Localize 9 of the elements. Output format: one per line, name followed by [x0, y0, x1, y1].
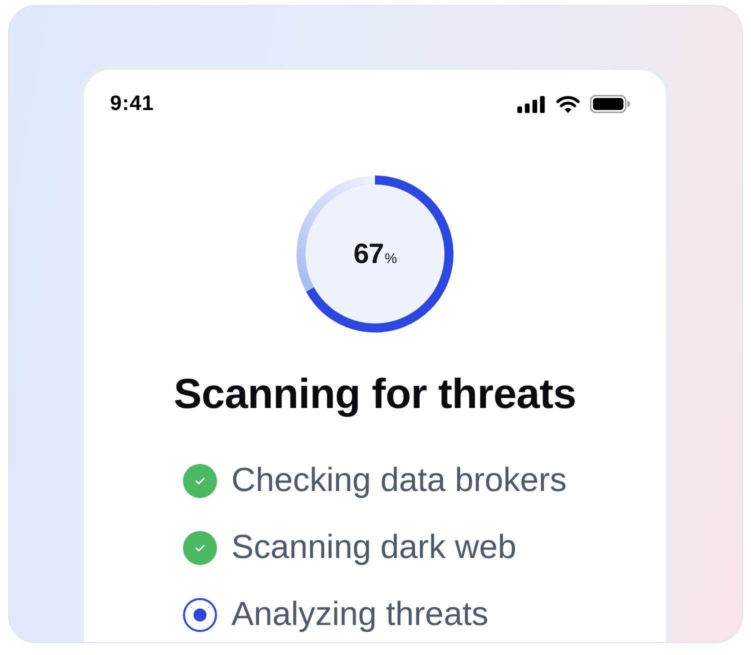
- status-time: 9:41: [110, 92, 154, 116]
- progress-percentage: 67%: [353, 238, 397, 270]
- step-label: Checking data brokers: [231, 461, 567, 501]
- signal-icon: [517, 96, 546, 112]
- battery-icon: [590, 95, 630, 113]
- step-label: Analyzing threats: [231, 595, 488, 635]
- step-label: Scanning dark web: [231, 528, 516, 568]
- scan-title: Scanning for threats: [174, 369, 576, 419]
- wifi-icon: [556, 95, 580, 113]
